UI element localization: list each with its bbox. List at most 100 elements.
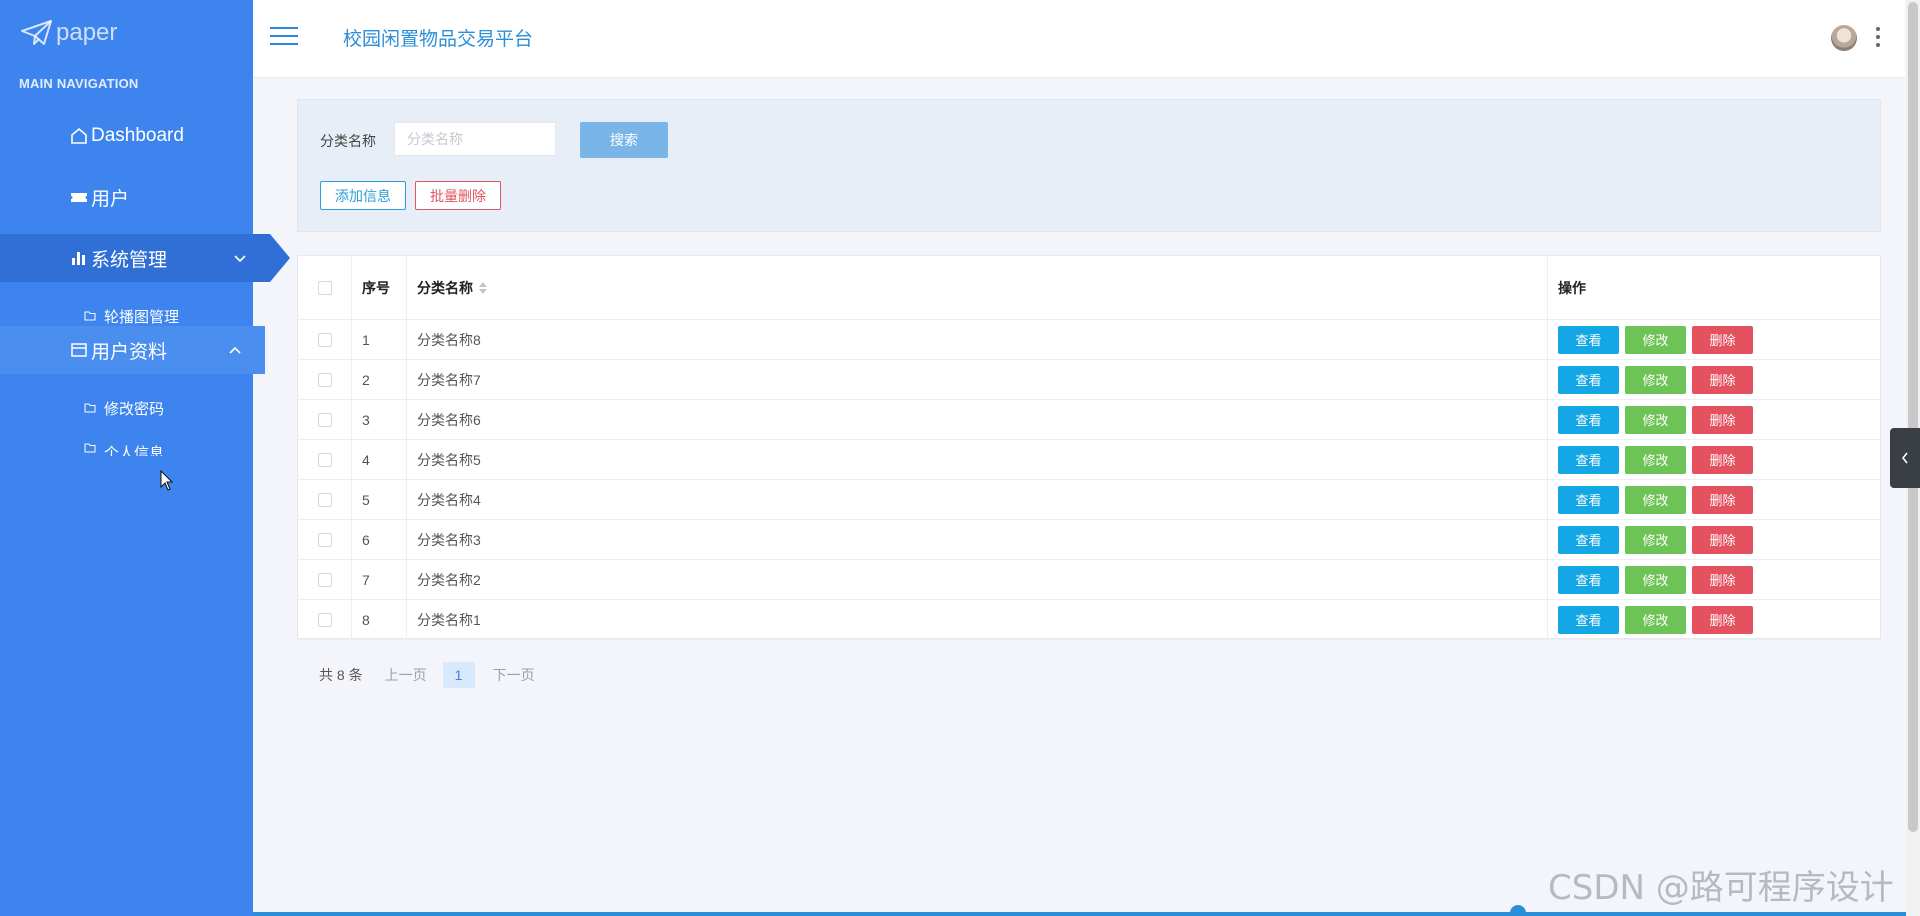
row-checkbox[interactable] [317,492,332,507]
delete-button[interactable]: 删除 [1692,445,1753,474]
row-category-name: 分类名称4 [407,480,1548,519]
row-category-name: 分类名称2 [407,560,1548,599]
row-checkbox[interactable] [317,412,332,427]
home-icon [70,127,88,145]
view-button[interactable]: 查看 [1558,525,1619,554]
row-actions: 查看 修改 删除 [1548,600,1880,639]
view-button[interactable]: 查看 [1558,365,1619,394]
delete-button[interactable]: 删除 [1692,405,1753,434]
table-row[interactable]: 4 分类名称5 查看 修改 删除 [298,440,1880,480]
sidebar-item-system[interactable]: 系统管理 [0,234,290,282]
view-button[interactable]: 查看 [1558,605,1619,634]
table-header-row: 序号 分类名称 操作 [298,256,1880,320]
sidebar-item-dashboard[interactable]: Dashboard [0,112,253,160]
bottom-progress-bar [253,912,1906,916]
row-checkbox-cell [298,520,352,559]
row-checkbox[interactable] [317,572,332,587]
column-header-name[interactable]: 分类名称 [407,256,1548,319]
nav-caption: MAIN NAVIGATION [19,76,139,91]
row-index: 1 [352,320,407,359]
view-button[interactable]: 查看 [1558,325,1619,354]
delete-button[interactable]: 删除 [1692,605,1753,634]
row-actions: 查看 修改 删除 [1548,360,1880,399]
scrollbar-thumb[interactable] [1908,2,1918,832]
edit-button[interactable]: 修改 [1625,605,1686,634]
pagination: 共 8 条 上一页 1 下一页 [319,662,535,688]
category-name-input[interactable] [394,122,556,156]
view-button[interactable]: 查看 [1558,445,1619,474]
edit-button[interactable]: 修改 [1625,565,1686,594]
row-category-name: 分类名称6 [407,400,1548,439]
table-row[interactable]: 1 分类名称8 查看 修改 删除 [298,320,1880,360]
sidebar-subitem-change-password[interactable]: 修改密码 [0,394,253,422]
add-button[interactable]: 添加信息 [320,181,406,210]
folder-icon [84,310,96,322]
row-checkbox-cell [298,320,352,359]
edit-button[interactable]: 修改 [1625,485,1686,514]
chevron-down-icon [234,255,246,263]
delete-button[interactable]: 删除 [1692,525,1753,554]
delete-button[interactable]: 删除 [1692,325,1753,354]
chevron-left-icon [1901,452,1908,464]
edit-button[interactable]: 修改 [1625,445,1686,474]
top-header: 校园闲置物品交易平台 [253,0,1905,78]
sidebar-item-label: Dashboard [91,125,184,146]
sort-icon[interactable] [479,281,487,294]
row-checkbox-cell [298,560,352,599]
edit-button[interactable]: 修改 [1625,405,1686,434]
table-row[interactable]: 5 分类名称4 查看 修改 删除 [298,480,1880,520]
search-button[interactable]: 搜索 [580,122,668,158]
edit-button[interactable]: 修改 [1625,525,1686,554]
view-button[interactable]: 查看 [1558,485,1619,514]
row-checkbox[interactable] [317,612,332,627]
sidebar-item-profile[interactable]: 用户资料 [0,326,265,374]
ticket-icon [70,188,88,206]
sidebar-item-label: 用户资料 [91,341,168,363]
prev-page-button[interactable]: 上一页 [385,665,427,685]
sidebar-item-users[interactable]: 用户 [0,173,253,221]
batch-delete-button[interactable]: 批量删除 [415,181,501,210]
app-logo[interactable]: paper [20,16,117,50]
avatar[interactable] [1831,25,1857,51]
row-checkbox[interactable] [317,372,332,387]
sidebar-subitem-personal-info[interactable]: 个人信息 [0,442,253,456]
row-checkbox[interactable] [317,332,332,347]
sidebar-subitem-label: 轮播图管理 [104,308,180,326]
folder-icon [84,402,96,414]
page-number-button[interactable]: 1 [442,662,475,688]
edit-button[interactable]: 修改 [1625,325,1686,354]
delete-button[interactable]: 删除 [1692,365,1753,394]
bottom-bar-knob[interactable] [1510,905,1526,916]
row-category-name: 分类名称3 [407,520,1548,559]
edit-button[interactable]: 修改 [1625,365,1686,394]
row-checkbox[interactable] [317,532,332,547]
next-page-button[interactable]: 下一页 [493,665,535,685]
search-panel: 分类名称 搜索 添加信息 批量删除 [297,99,1881,232]
row-checkbox[interactable] [317,452,332,467]
row-checkbox-cell [298,600,352,639]
table-row[interactable]: 8 分类名称1 查看 修改 删除 [298,600,1880,640]
more-vertical-icon[interactable] [1875,27,1881,49]
row-actions: 查看 修改 删除 [1548,520,1880,559]
sidebar-item-label: 用户 [91,188,130,210]
delete-button[interactable]: 删除 [1692,485,1753,514]
delete-button[interactable]: 删除 [1692,565,1753,594]
table-row[interactable]: 2 分类名称7 查看 修改 删除 [298,360,1880,400]
view-button[interactable]: 查看 [1558,405,1619,434]
row-index: 6 [352,520,407,559]
watermark: CSDN @路可程序设计 [1548,868,1894,908]
row-actions: 查看 修改 删除 [1548,480,1880,519]
sidebar-subitem-label: 修改密码 [104,400,165,418]
menu-toggle-icon[interactable] [270,25,298,47]
column-header-index: 序号 [352,256,407,319]
page-title: 校园闲置物品交易平台 [343,29,534,50]
table-row[interactable]: 7 分类名称2 查看 修改 删除 [298,560,1880,600]
view-button[interactable]: 查看 [1558,565,1619,594]
table-row[interactable]: 6 分类名称3 查看 修改 删除 [298,520,1880,560]
row-index: 4 [352,440,407,479]
side-panel-toggle[interactable] [1890,428,1920,488]
card-icon [70,341,88,359]
table-row[interactable]: 3 分类名称6 查看 修改 删除 [298,400,1880,440]
row-actions: 查看 修改 删除 [1548,560,1880,599]
select-all-checkbox[interactable] [317,280,332,295]
